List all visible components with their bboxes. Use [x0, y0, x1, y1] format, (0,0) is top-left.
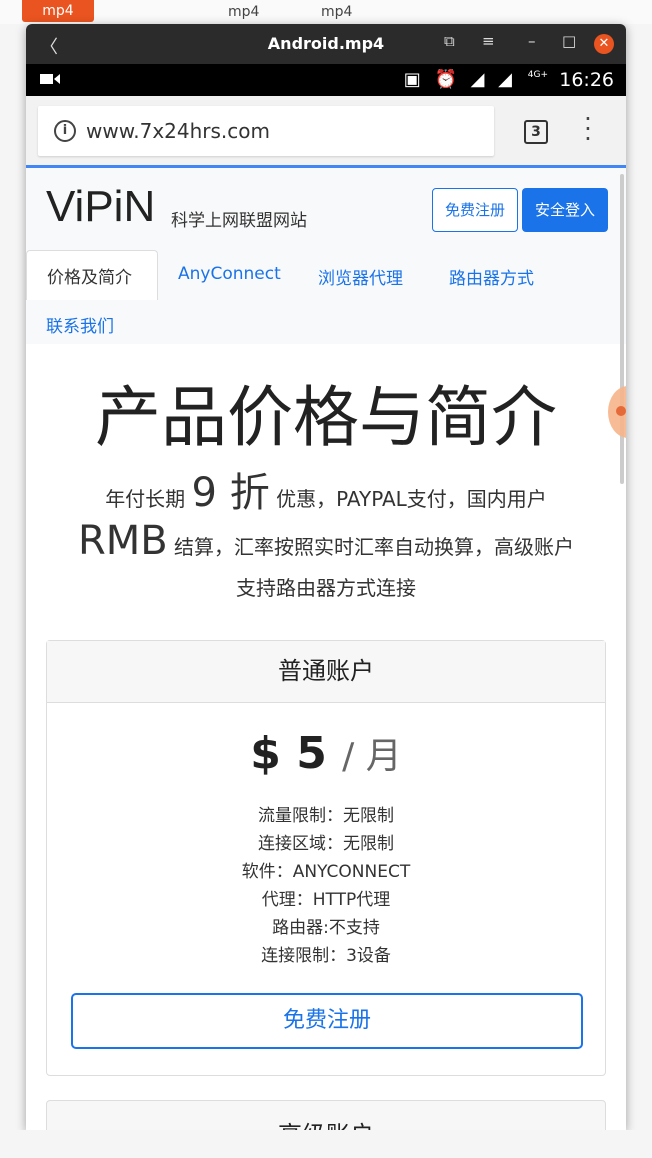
plan-card-premium: 高级账户 [46, 1100, 606, 1130]
plan-feature: 代理：HTTP代理 [261, 890, 391, 910]
hero-line-1: 年付长期 9 折 优惠，PAYPAL支付，国内用户 [26, 460, 626, 518]
more-options-icon[interactable]: · · · [582, 107, 594, 151]
restore-icon[interactable]: ⧉ [444, 32, 455, 50]
plan-feature: 流量限制：无限制 [258, 806, 394, 826]
info-icon[interactable]: i [54, 120, 76, 142]
cast-alarm-signal-icons: ▣ ⏰ ◢ ◢ [403, 69, 516, 90]
close-icon[interactable]: ✕ [594, 34, 614, 54]
plan-register-button[interactable]: 免费注册 [71, 993, 583, 1049]
nav-tab-pricing[interactable]: 价格及简介 [26, 250, 158, 300]
desktop-bottom-strip [0, 1130, 652, 1158]
site-navbar: ViPiN 科学上网联盟网站 免费注册 安全登入 价格及简介 AnyConnec… [26, 168, 626, 346]
hero-line-2: RMB 结算，汇率按照实时汇率自动换算，高级账户 [26, 518, 626, 564]
minimize-icon[interactable]: – [528, 32, 536, 50]
site-brand[interactable]: ViPiN [46, 182, 155, 232]
status-time: 16:26 [559, 69, 614, 91]
desktop-file-tag[interactable]: mp4 [22, 0, 94, 22]
desktop-file-label[interactable]: mp4 [228, 4, 259, 20]
hero-line-2-post: 结算，汇率按照实时汇率自动换算，高级账户 [174, 535, 575, 559]
tab-switcher-button[interactable]: 3 [524, 120, 548, 144]
browser-toolbar: i www.7x24hrs.com 3 · · · [26, 96, 626, 168]
nav-tab-contact[interactable]: 联系我们 [46, 312, 114, 337]
plan-name: 普通账户 [47, 641, 605, 703]
plan-feature: 路由器:不支持 [272, 918, 380, 938]
hero-line-1-post: 优惠，PAYPAL支付，国内用户 [276, 487, 547, 511]
window-titlebar: 〈 Android.mp4 ⧉ ≡ – □ ✕ [26, 24, 626, 64]
hero-line-1-pre: 年付长期 [105, 487, 186, 511]
nav-tab-browser-proxy[interactable]: 浏览器代理 [318, 264, 403, 289]
page-title: 产品价格与简介 [95, 379, 557, 456]
nav-tab-router[interactable]: 路由器方式 [449, 264, 534, 289]
hero-discount: 9 折 [191, 470, 270, 516]
main-content: 产品价格与简介 年付长期 9 折 优惠，PAYPAL支付，国内用户 RMB 结算… [26, 344, 626, 1130]
plan-price-period: / 月 [342, 736, 402, 777]
hero-currency: RMB [77, 518, 168, 564]
menu-icon[interactable]: ≡ [482, 32, 495, 50]
plan-card-basic: 普通账户 $ 5 / 月 流量限制：无限制 连接区域：无限制 软件：ANYCON… [46, 640, 606, 1076]
plan-feature: 连接限制：3设备 [261, 946, 391, 966]
plan-feature: 软件：ANYCONNECT [241, 862, 411, 882]
hero-line-3: 支持路由器方式连接 [236, 576, 416, 600]
url-text[interactable]: www.7x24hrs.com [86, 119, 270, 143]
maximize-icon[interactable]: □ [562, 32, 576, 50]
url-bar[interactable]: i www.7x24hrs.com [38, 106, 494, 156]
login-button[interactable]: 安全登入 [522, 188, 608, 232]
site-brand-subtitle: 科学上网联盟网站 [171, 211, 307, 231]
desktop-file-label[interactable]: mp4 [321, 4, 352, 20]
plan-price: $ 5 / 月 [47, 727, 605, 779]
window-title: Android.mp4 [267, 34, 385, 53]
android-status-bar: ▣ ⏰ ◢ ◢ 4G+ 16:26 [26, 64, 626, 96]
video-camera-icon [40, 74, 60, 84]
chat-widget-dot-icon [616, 406, 626, 416]
nav-tab-anyconnect[interactable]: AnyConnect [178, 264, 281, 284]
plan-feature: 连接区域：无限制 [258, 834, 394, 854]
plan-name: 高级账户 [47, 1101, 605, 1130]
network-type: 4G+ [527, 70, 548, 80]
plan-price-amount: $ 5 [250, 728, 327, 779]
register-button[interactable]: 免费注册 [432, 188, 518, 232]
desktop-top-strip: mp4 mp4 mp4 [0, 0, 652, 24]
player-window: 〈 Android.mp4 ⧉ ≡ – □ ✕ ▣ ⏰ ◢ ◢ 4G+ 16:2… [26, 24, 626, 1130]
